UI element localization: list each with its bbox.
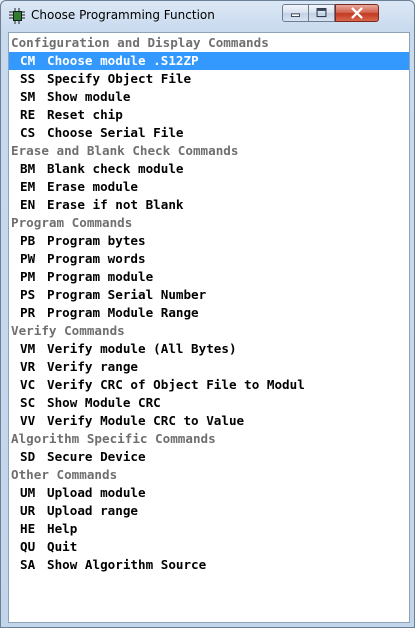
command-code: EN xyxy=(20,197,36,212)
command-label: Specify Object File xyxy=(47,71,192,86)
command-label: Secure Device xyxy=(47,449,146,464)
command-item-ps[interactable]: PS Program Serial Number xyxy=(9,286,409,304)
command-code: SS xyxy=(20,71,36,86)
command-label: Verify CRC of Object File to Modul xyxy=(47,377,305,392)
dialog-window: Choose Programming Function Configuratio… xyxy=(0,0,415,628)
command-list: Configuration and Display Commands CM Choo… xyxy=(9,34,409,574)
command-label: Blank check module xyxy=(47,161,184,176)
command-item-en[interactable]: EN Erase if not Blank xyxy=(9,196,409,214)
command-item-cm[interactable]: CM Choose module .S12ZP xyxy=(9,52,409,70)
window-title: Choose Programming Function xyxy=(31,8,215,22)
command-code: SD xyxy=(20,449,36,464)
command-item-re[interactable]: RE Reset chip xyxy=(9,106,409,124)
command-item-um[interactable]: UM Upload module xyxy=(9,484,409,502)
command-label: Reset chip xyxy=(47,107,123,122)
command-item-ss[interactable]: SS Specify Object File xyxy=(9,70,409,88)
command-label: Erase module xyxy=(47,179,138,194)
minimize-button[interactable] xyxy=(282,4,309,22)
command-label: Choose module .S12ZP xyxy=(47,53,199,68)
command-item-em[interactable]: EM Erase module xyxy=(9,178,409,196)
command-code: CS xyxy=(20,125,36,140)
command-item-pb[interactable]: PB Program bytes xyxy=(9,232,409,250)
command-label: Quit xyxy=(47,539,78,554)
command-item-pm[interactable]: PM Program module xyxy=(9,268,409,286)
command-item-he[interactable]: HE Help xyxy=(9,520,409,538)
command-code: UR xyxy=(20,503,36,518)
command-code: PR xyxy=(20,305,36,320)
command-label: Show Algorithm Source xyxy=(47,557,207,572)
command-label: Erase if not Blank xyxy=(47,197,184,212)
command-code: PB xyxy=(20,233,36,248)
maximize-icon xyxy=(316,8,327,18)
command-label: Verify range xyxy=(47,359,138,374)
command-item-bm[interactable]: BM Blank check module xyxy=(9,160,409,178)
command-label: Upload module xyxy=(47,485,146,500)
command-label: Choose Serial File xyxy=(47,125,184,140)
command-label: Program bytes xyxy=(47,233,146,248)
close-icon xyxy=(351,7,363,19)
command-item-sm[interactable]: SM Show module xyxy=(9,88,409,106)
command-item-sa[interactable]: SA Show Algorithm Source xyxy=(9,556,409,574)
command-code: QU xyxy=(20,539,36,554)
section-header: Program Commands xyxy=(11,215,133,230)
command-item-vr[interactable]: VR Verify range xyxy=(9,358,409,376)
section-header: Configuration and Display Commands xyxy=(11,35,269,50)
maximize-button[interactable] xyxy=(309,4,335,22)
command-label: Verify Module CRC to Value xyxy=(47,413,245,428)
command-label: Program module xyxy=(47,269,154,284)
command-item-vv[interactable]: VV Verify Module CRC to Value xyxy=(9,412,409,430)
command-code: RE xyxy=(20,107,36,122)
command-item-vm[interactable]: VM Verify module (All Bytes) xyxy=(9,340,409,358)
section-header: Algorithm Specific Commands xyxy=(11,431,216,446)
command-list-box[interactable]: Configuration and Display Commands CM Choo… xyxy=(8,32,410,623)
command-code: SC xyxy=(20,395,36,410)
section-header: Other Commands xyxy=(11,467,118,482)
section-header: Verify Commands xyxy=(11,323,125,338)
command-label: Program Serial Number xyxy=(47,287,207,302)
command-code: BM xyxy=(20,161,36,176)
minimize-icon xyxy=(291,13,300,17)
command-item-qu[interactable]: QU Quit xyxy=(9,538,409,556)
command-code: SA xyxy=(20,557,36,572)
command-item-ur[interactable]: UR Upload range xyxy=(9,502,409,520)
chip-icon xyxy=(8,7,26,25)
close-button[interactable] xyxy=(335,4,379,22)
command-item-pr[interactable]: PR Program Module Range xyxy=(9,304,409,322)
command-code: PS xyxy=(20,287,36,302)
command-label: Verify module (All Bytes) xyxy=(47,341,237,356)
command-code: VR xyxy=(20,359,36,374)
command-item-sc[interactable]: SC Show Module CRC xyxy=(9,394,409,412)
command-item-vc[interactable]: VC Verify CRC of Object File to Modul xyxy=(9,376,409,394)
command-code: CM xyxy=(20,53,36,68)
command-code: EM xyxy=(20,179,36,194)
command-code: PM xyxy=(20,269,36,284)
command-item-sd[interactable]: SD Secure Device xyxy=(9,448,409,466)
command-code: VM xyxy=(20,341,36,356)
command-label: Show module xyxy=(47,89,131,104)
title-bar[interactable]: Choose Programming Function xyxy=(1,1,414,31)
command-label: Upload range xyxy=(47,503,138,518)
command-code: UM xyxy=(20,485,36,500)
command-code: SM xyxy=(20,89,36,104)
command-item-pw[interactable]: PW Program words xyxy=(9,250,409,268)
command-label: Show Module CRC xyxy=(47,395,161,410)
command-label: Help xyxy=(47,521,78,536)
command-code: HE xyxy=(20,521,36,536)
section-header: Erase and Blank Check Commands xyxy=(11,143,239,158)
command-item-cs[interactable]: CS Choose Serial File xyxy=(9,124,409,142)
command-code: VC xyxy=(20,377,36,392)
command-code: VV xyxy=(20,413,36,428)
command-code: PW xyxy=(20,251,36,266)
command-label: Program Module Range xyxy=(47,305,199,320)
command-label: Program words xyxy=(47,251,146,266)
